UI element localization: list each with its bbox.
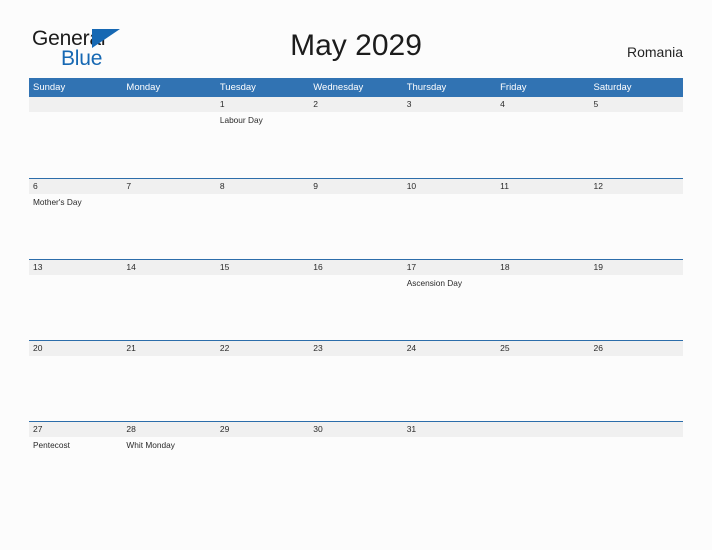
day-cell[interactable]: 29 bbox=[216, 422, 309, 503]
day-cell[interactable]: 25 bbox=[496, 341, 589, 422]
country-label: Romania bbox=[626, 44, 683, 60]
day-number: 7 bbox=[126, 181, 132, 191]
day-cell[interactable]: 19 bbox=[590, 260, 683, 341]
day-number: 8 bbox=[219, 181, 225, 191]
day-cell[interactable]: 9 bbox=[309, 179, 402, 260]
day-number: 26 bbox=[593, 343, 603, 353]
day-number: 20 bbox=[33, 343, 43, 353]
page-title: May 2029 bbox=[290, 29, 422, 62]
day-number: 30 bbox=[313, 424, 323, 434]
day-cell-group: 13 14 15 16 17 Ascension Day 18 19 bbox=[29, 260, 683, 341]
day-cell-group: 1 Labour Day 2 3 4 5 bbox=[29, 97, 683, 178]
day-cell[interactable]: 28 Whit Monday bbox=[122, 422, 215, 503]
day-cell[interactable]: 16 bbox=[309, 260, 402, 341]
day-number: 15 bbox=[219, 262, 230, 272]
day-event: Pentecost bbox=[33, 440, 70, 450]
day-number: 4 bbox=[500, 99, 505, 109]
day-cell[interactable]: 30 bbox=[309, 422, 402, 503]
day-cell[interactable]: 23 bbox=[309, 341, 402, 422]
weekday-header-tuesday: Tuesday bbox=[219, 82, 256, 93]
day-cell[interactable]: 8 bbox=[216, 179, 309, 260]
day-event: Ascension Day bbox=[406, 278, 463, 288]
day-cell[interactable]: 4 bbox=[496, 97, 589, 178]
day-cell[interactable]: 15 bbox=[216, 260, 309, 341]
weekday-header-row: Sunday Monday Tuesday Wednesday Thursday… bbox=[29, 78, 683, 97]
day-cell[interactable] bbox=[122, 97, 215, 178]
day-event: Whit Monday bbox=[126, 440, 175, 450]
day-cell[interactable] bbox=[496, 422, 589, 503]
day-number: 25 bbox=[500, 343, 510, 353]
day-number: 10 bbox=[406, 181, 417, 191]
weekday-header-wednesday: Wednesday bbox=[313, 82, 364, 93]
day-cell[interactable]: 10 bbox=[403, 179, 496, 260]
day-event: Mother's Day bbox=[33, 197, 82, 207]
day-number: 14 bbox=[126, 262, 136, 272]
day-number: 31 bbox=[406, 424, 417, 434]
day-number: 23 bbox=[313, 343, 323, 353]
day-number: 6 bbox=[33, 181, 38, 191]
day-cell[interactable]: 20 bbox=[29, 341, 122, 422]
day-cell[interactable]: 21 bbox=[122, 341, 215, 422]
day-number: 12 bbox=[593, 181, 603, 191]
day-number: 3 bbox=[406, 99, 412, 109]
day-event: Labour Day bbox=[219, 115, 263, 125]
calendar-week-row: 1 Labour Day 2 3 4 5 bbox=[29, 97, 683, 178]
calendar-week-row: 13 14 15 16 17 Ascension Day 18 19 bbox=[29, 259, 683, 340]
day-cell[interactable]: 18 bbox=[496, 260, 589, 341]
day-number: 29 bbox=[219, 424, 230, 434]
day-cell[interactable]: 22 bbox=[216, 341, 309, 422]
day-number: 21 bbox=[126, 343, 136, 353]
day-number: 5 bbox=[593, 99, 599, 109]
day-number: 16 bbox=[313, 262, 323, 272]
day-cell[interactable]: 12 bbox=[590, 179, 683, 260]
day-number: 1 bbox=[219, 99, 225, 109]
weekday-header-sunday: Sunday bbox=[33, 82, 66, 93]
day-number: 17 bbox=[406, 262, 417, 272]
day-cell[interactable]: 2 bbox=[309, 97, 402, 178]
day-cell[interactable] bbox=[29, 97, 122, 178]
weekday-header-monday: Monday bbox=[126, 82, 161, 93]
day-cell[interactable] bbox=[590, 422, 683, 503]
day-number: 2 bbox=[313, 99, 318, 109]
day-number: 27 bbox=[33, 424, 43, 434]
day-number: 18 bbox=[500, 262, 510, 272]
day-cell[interactable]: 7 bbox=[122, 179, 215, 260]
day-cell[interactable]: 26 bbox=[590, 341, 683, 422]
day-number: 19 bbox=[593, 262, 603, 272]
day-number: 13 bbox=[33, 262, 43, 272]
calendar-page: General Blue May 2029 Romania Sunday Mon… bbox=[0, 0, 712, 550]
day-number: 28 bbox=[126, 424, 136, 434]
day-cell[interactable]: 14 bbox=[122, 260, 215, 341]
day-number: 22 bbox=[219, 343, 230, 353]
day-number: 9 bbox=[313, 181, 318, 191]
day-cell[interactable]: 5 bbox=[590, 97, 683, 178]
day-number: 24 bbox=[406, 343, 417, 353]
day-cell[interactable]: 11 bbox=[496, 179, 589, 260]
day-cell[interactable]: 1 Labour Day bbox=[216, 97, 309, 178]
day-cell-group: 20 21 22 23 24 25 26 bbox=[29, 341, 683, 422]
weekday-header-thursday: Thursday bbox=[406, 82, 447, 93]
day-cell[interactable]: 6 Mother's Day bbox=[29, 179, 122, 260]
day-cell[interactable]: 17 Ascension Day bbox=[403, 260, 496, 341]
day-number: 11 bbox=[500, 181, 509, 191]
calendar-week-row: 6 Mother's Day 7 8 9 10 11 12 bbox=[29, 178, 683, 259]
weekday-header-saturday: Saturday bbox=[593, 82, 632, 93]
day-cell[interactable]: 13 bbox=[29, 260, 122, 341]
calendar-table: Sunday Monday Tuesday Wednesday Thursday… bbox=[29, 78, 683, 502]
calendar-week-row: 27 Pentecost 28 Whit Monday 29 30 31 bbox=[29, 421, 683, 502]
calendar-week-row: 20 21 22 23 24 25 26 bbox=[29, 340, 683, 421]
day-cell-group: 6 Mother's Day 7 8 9 10 11 12 bbox=[29, 179, 683, 260]
weekday-header-friday: Friday bbox=[500, 82, 527, 93]
day-cell-group: 27 Pentecost 28 Whit Monday 29 30 31 bbox=[29, 422, 683, 503]
day-cell[interactable]: 3 bbox=[403, 97, 496, 178]
day-cell[interactable]: 31 bbox=[403, 422, 496, 503]
page-header: General Blue May 2029 Romania bbox=[0, 0, 712, 78]
day-cell[interactable]: 24 bbox=[403, 341, 496, 422]
day-cell[interactable]: 27 Pentecost bbox=[29, 422, 122, 503]
